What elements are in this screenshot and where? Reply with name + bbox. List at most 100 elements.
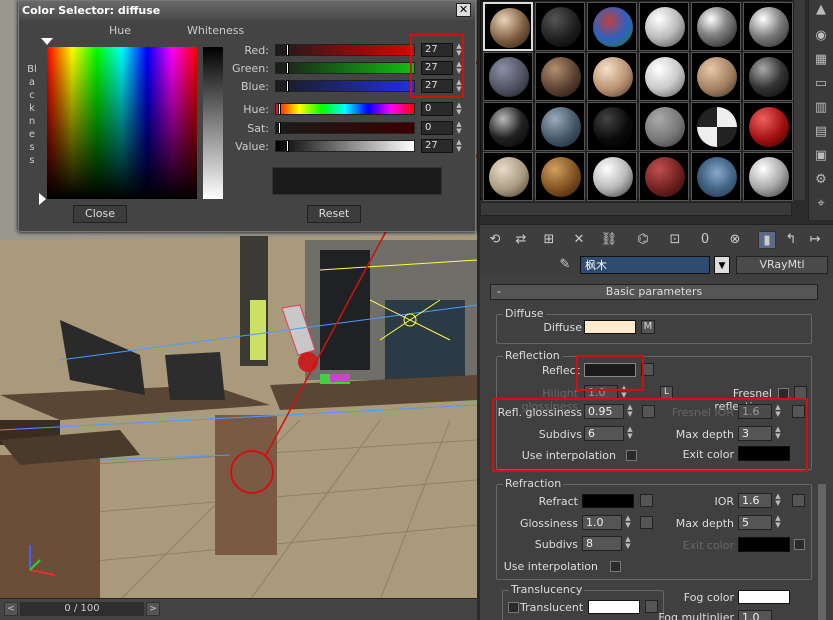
eyedropper-icon[interactable]: ✎ [556, 256, 574, 274]
glossiness-map-button[interactable] [640, 516, 653, 529]
reset-map-icon[interactable]: ✕ [570, 231, 588, 249]
refraction-exit-color-checkbox[interactable] [794, 539, 805, 550]
glossiness-spinner[interactable]: ▲ ▼ [624, 515, 632, 530]
refract-color-swatch[interactable] [582, 494, 634, 508]
refraction-use-interpolation-checkbox[interactable] [610, 561, 621, 572]
sat-slider-knob[interactable] [278, 122, 281, 134]
value-slider[interactable] [275, 140, 415, 152]
ior-spinner[interactable]: ▲ ▼ [774, 493, 782, 508]
put-to-library-icon[interactable]: ⊡ [666, 231, 684, 249]
green-slider-knob[interactable] [286, 62, 289, 74]
timeline-slider[interactable]: 0 / 100 [20, 602, 144, 616]
hue-slider[interactable] [275, 103, 415, 115]
hue-marker-icon[interactable] [41, 38, 53, 45]
timeline-prev-button[interactable]: < [4, 602, 18, 616]
video-check-icon[interactable]: ▤ [813, 124, 829, 140]
go-to-parent-icon[interactable]: ↰ [782, 231, 800, 249]
hue-input[interactable]: 0 [421, 102, 453, 116]
uv-tiling-icon[interactable]: ▥ [813, 100, 829, 116]
material-slot[interactable] [587, 52, 637, 101]
green-slider[interactable] [275, 62, 415, 74]
material-slot[interactable] [587, 2, 637, 51]
material-slot[interactable] [691, 152, 741, 201]
get-material-icon[interactable]: ⟲ [486, 231, 504, 249]
material-slot[interactable] [587, 102, 637, 151]
backlight-icon[interactable]: ▭ [813, 76, 829, 92]
whiteness-bar[interactable] [203, 47, 223, 199]
material-name-field[interactable]: 枫木 [580, 256, 710, 274]
parameters-scrollbar[interactable] [818, 484, 826, 620]
checker-icon[interactable]: ▦ [813, 52, 829, 68]
value-slider-knob[interactable] [286, 140, 289, 152]
material-slot[interactable] [743, 2, 793, 51]
close-button[interactable]: Close [73, 205, 127, 223]
go-forward-sibling-icon[interactable]: ↦ [806, 231, 824, 249]
reset-button[interactable]: Reset [307, 205, 361, 223]
material-slot[interactable] [691, 2, 741, 51]
material-slot[interactable] [587, 152, 637, 201]
material-slot[interactable] [535, 102, 585, 151]
make-copy-icon[interactable]: ⛓ [600, 231, 618, 249]
refract-map-button[interactable] [640, 494, 653, 507]
fog-multiplier-input[interactable]: 1.0 [738, 610, 772, 620]
material-grid-hscroll[interactable] [480, 202, 792, 216]
material-slot[interactable] [483, 52, 533, 101]
sat-slider[interactable] [275, 122, 415, 134]
make-unique-icon[interactable]: ⌬ [634, 231, 652, 249]
material-slot[interactable] [535, 52, 585, 101]
timeline-next-button[interactable]: > [146, 602, 160, 616]
options-icon[interactable]: ⚙ [813, 172, 829, 188]
material-slot[interactable] [743, 102, 793, 151]
dialog-title[interactable]: Color Selector: diffuse [19, 1, 475, 20]
arrow-up-icon[interactable]: ▲ [813, 2, 829, 18]
refraction-max-depth-input[interactable]: 5 [738, 515, 772, 530]
material-slot[interactable] [743, 52, 793, 101]
sat-input[interactable]: 0 [421, 121, 453, 135]
material-slot[interactable] [483, 152, 533, 201]
make-preview-icon[interactable]: ▣ [813, 148, 829, 164]
material-slot[interactable] [639, 52, 689, 101]
hue-spinner[interactable]: ▲ ▼ [455, 102, 463, 116]
translucent-color-swatch[interactable] [588, 600, 640, 614]
show-end-result-icon[interactable]: ▮ [758, 231, 776, 249]
blue-slider-knob[interactable] [286, 80, 289, 92]
red-slider-knob[interactable] [286, 44, 289, 56]
refraction-exit-color-swatch[interactable] [738, 537, 790, 552]
value-spinner[interactable]: ▲ ▼ [455, 139, 463, 153]
material-slot[interactable] [691, 52, 741, 101]
hue-color-field[interactable] [47, 47, 197, 199]
material-effects-channel[interactable]: 0 [696, 231, 714, 249]
close-icon[interactable]: ✕ [456, 3, 471, 17]
material-slot[interactable] [639, 102, 689, 151]
material-slot[interactable] [639, 2, 689, 51]
value-input[interactable]: 27 [421, 139, 453, 153]
refraction-max-depth-spinner[interactable]: ▲ ▼ [774, 515, 782, 530]
glossiness-input[interactable]: 1.0 [582, 515, 622, 530]
refraction-subdivs-input[interactable]: 8 [582, 536, 622, 551]
blue-slider[interactable] [275, 80, 415, 92]
diffuse-color-swatch[interactable] [584, 320, 636, 334]
material-slot[interactable] [483, 102, 533, 151]
show-map-icon[interactable]: ⊗ [726, 231, 744, 249]
refraction-subdivs-spinner[interactable]: ▲ ▼ [624, 536, 632, 551]
fog-color-swatch[interactable] [738, 590, 790, 604]
ior-map-button[interactable] [792, 494, 805, 507]
material-type-button[interactable]: VRayMtl [736, 256, 828, 274]
blackness-marker-icon[interactable] [39, 193, 46, 205]
material-grid-vscroll[interactable] [793, 0, 805, 200]
diffuse-map-button[interactable]: M [641, 320, 655, 334]
material-slot[interactable] [691, 102, 741, 151]
chevron-down-icon[interactable]: ▼ [714, 256, 730, 274]
material-slot[interactable] [639, 152, 689, 201]
translucent-checkbox[interactable] [508, 602, 519, 613]
material-slot[interactable] [535, 152, 585, 201]
rollout-toggle[interactable]: - [497, 285, 501, 299]
assign-material-icon[interactable]: ⊞ [540, 231, 558, 249]
material-slot[interactable] [743, 152, 793, 201]
ior-input[interactable]: 1.6 [738, 493, 772, 508]
sat-spinner[interactable]: ▲ ▼ [455, 121, 463, 135]
sample-type-icon[interactable]: ◉ [813, 28, 829, 44]
hue-slider-knob[interactable] [278, 103, 281, 115]
rollout-header[interactable]: - Basic parameters [490, 284, 818, 300]
red-slider[interactable] [275, 44, 415, 56]
